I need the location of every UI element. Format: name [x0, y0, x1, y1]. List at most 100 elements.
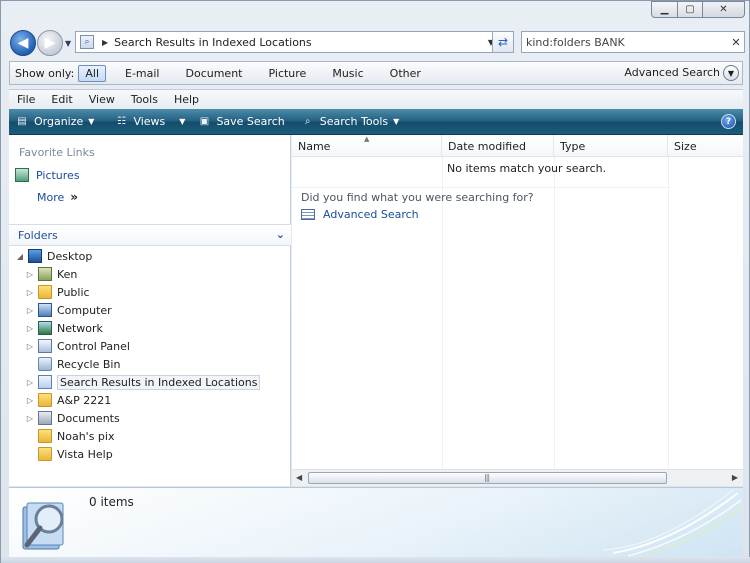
collapsed-arrow-icon[interactable]: ▷	[25, 378, 35, 387]
organize-icon: ▤	[17, 116, 27, 127]
tree-item-ken[interactable]: ▷ Ken	[25, 265, 77, 283]
scroll-left-icon[interactable]: ◀	[296, 473, 302, 482]
filter-all[interactable]: All	[78, 64, 106, 82]
search-tools-dropdown-icon: ▼	[393, 117, 400, 126]
refresh-button[interactable]: ⇄	[492, 31, 514, 53]
close-button[interactable]: ✕	[702, 1, 745, 18]
tree-item-label: Noah's pix	[57, 429, 115, 443]
expanded-arrow-icon[interactable]: ◢	[15, 252, 25, 261]
decorative-swoosh	[603, 489, 743, 557]
tree-item-noahs-pix[interactable]: Noah's pix	[25, 427, 114, 445]
computer-icon	[38, 303, 52, 317]
menu-view[interactable]: View	[81, 93, 123, 106]
search-magnifier-icon	[22, 502, 64, 550]
tree-item-search-results[interactable]: ▷ Search Results in Indexed Locations	[25, 373, 261, 391]
search-tools-button[interactable]: ⌕ Search Tools ▼	[295, 111, 406, 133]
breadcrumb-chevron-icon[interactable]: ▶	[102, 38, 108, 47]
organize-label: Organize	[34, 115, 84, 128]
chevron-down-icon[interactable]: ⌄	[276, 228, 285, 241]
tree-item-vista-help[interactable]: Vista Help	[25, 445, 113, 463]
collapsed-arrow-icon[interactable]: ▷	[25, 288, 35, 297]
advanced-search-icon	[301, 209, 315, 220]
back-button[interactable]: ◀	[10, 30, 36, 56]
collapsed-arrow-icon[interactable]: ▷	[25, 270, 35, 279]
collapsed-arrow-icon[interactable]: ▷	[25, 342, 35, 351]
tree-item-label: Desktop	[47, 249, 93, 263]
documents-icon	[38, 411, 52, 425]
show-only-label: Show only:	[15, 66, 75, 80]
filter-email[interactable]: E-mail	[118, 65, 167, 82]
back-arrow-icon: ◀	[17, 35, 29, 51]
collapsed-arrow-icon[interactable]: ▷	[25, 414, 35, 423]
tree-item-network[interactable]: ▷ Network	[25, 319, 103, 337]
tree-item-control-panel[interactable]: ▷ Control Panel	[25, 337, 130, 355]
horizontal-scrollbar[interactable]: ◀ ||| ▶	[292, 469, 743, 486]
empty-results-message: No items match your search.	[447, 162, 607, 175]
maximize-button[interactable]: ▢	[677, 1, 702, 18]
clear-search-icon[interactable]: ✕	[728, 36, 744, 49]
tree-item-label: Recycle Bin	[57, 357, 121, 371]
save-search-label: Save Search	[216, 115, 285, 128]
caption-buttons: ▁ ▢ ✕	[651, 1, 745, 18]
window-bottom-border	[1, 557, 750, 563]
advanced-search-toggle-label[interactable]: Advanced Search	[624, 66, 720, 79]
favorite-links-title: Favorite Links	[19, 146, 95, 159]
folder-icon	[38, 429, 52, 443]
forward-button[interactable]: ▶	[37, 30, 63, 56]
column-header-type[interactable]: Type	[554, 135, 668, 157]
address-path[interactable]: Search Results in Indexed Locations	[114, 36, 484, 49]
command-bar: ▤ Organize ▼ ☷ Views ▼ ▣ Save Search ⌕ S…	[9, 109, 743, 135]
details-pane: 0 items	[9, 487, 743, 557]
menu-edit[interactable]: Edit	[43, 93, 80, 106]
minimize-button[interactable]: ▁	[651, 1, 677, 18]
tree-item-label: Public	[57, 285, 90, 299]
filter-picture[interactable]: Picture	[262, 65, 314, 82]
address-bar[interactable]: ⌕ ▶ Search Results in Indexed Locations …	[75, 31, 499, 53]
search-feedback-prompt: Did you find what you were searching for…	[301, 191, 534, 204]
file-list-pane: ▲ Name Date modified Type Size No items …	[292, 135, 743, 486]
menu-tools[interactable]: Tools	[123, 93, 166, 106]
recent-pages-dropdown[interactable]: ▼	[65, 39, 71, 48]
filter-music[interactable]: Music	[325, 65, 370, 82]
more-links[interactable]: More »	[37, 190, 78, 204]
filter-other[interactable]: Other	[383, 65, 428, 82]
control-panel-icon	[38, 339, 52, 353]
help-icon[interactable]: ?	[721, 114, 736, 129]
address-row: ◀ ▶ ▼ ⌕ ▶ Search Results in Indexed Loca…	[9, 28, 745, 58]
tree-item-ap-2221[interactable]: ▷ A&P 2221	[25, 391, 111, 409]
filter-document[interactable]: Document	[179, 65, 250, 82]
menu-bar: File Edit View Tools Help	[9, 89, 743, 109]
organize-button[interactable]: ▤ Organize ▼	[9, 111, 100, 133]
tree-item-public[interactable]: ▷ Public	[25, 283, 90, 301]
tree-item-desktop[interactable]: ◢ Desktop	[15, 247, 92, 265]
folder-icon	[38, 447, 52, 461]
folders-header[interactable]: Folders ⌄	[9, 224, 291, 246]
menu-help[interactable]: Help	[166, 93, 207, 106]
tree-item-label: Vista Help	[57, 447, 113, 461]
search-input[interactable]	[526, 35, 728, 49]
tree-item-label: Computer	[57, 303, 112, 317]
collapsed-arrow-icon[interactable]: ▷	[25, 324, 35, 333]
collapsed-arrow-icon[interactable]: ▷	[25, 306, 35, 315]
column-header-date-modified[interactable]: Date modified	[442, 135, 554, 157]
tree-item-documents[interactable]: ▷ Documents	[25, 409, 120, 427]
column-header-name[interactable]: Name	[292, 135, 442, 157]
column-header-size[interactable]: Size	[668, 135, 743, 157]
scrollbar-thumb[interactable]: |||	[308, 472, 667, 484]
tree-item-computer[interactable]: ▷ Computer	[25, 301, 112, 319]
search-folder-icon: ⌕	[80, 35, 94, 49]
pictures-icon	[15, 168, 29, 182]
tree-item-recycle-bin[interactable]: Recycle Bin	[25, 355, 120, 373]
views-button[interactable]: ☷ Views ▼	[108, 111, 191, 133]
organize-dropdown-icon: ▼	[88, 117, 95, 126]
collapsed-arrow-icon[interactable]: ▷	[25, 396, 35, 405]
menu-file[interactable]: File	[9, 93, 43, 106]
scroll-right-icon[interactable]: ▶	[732, 473, 738, 482]
column-headers: ▲ Name Date modified Type Size	[292, 135, 743, 157]
save-search-button[interactable]: ▣ Save Search	[191, 111, 290, 133]
chevron-down-icon[interactable]: ▼	[723, 65, 739, 81]
advanced-search-label: Advanced Search	[323, 208, 419, 221]
favorite-link-pictures[interactable]: Pictures	[15, 168, 80, 182]
views-icon: ☷	[116, 116, 126, 127]
advanced-search-link[interactable]: Advanced Search	[301, 208, 419, 221]
